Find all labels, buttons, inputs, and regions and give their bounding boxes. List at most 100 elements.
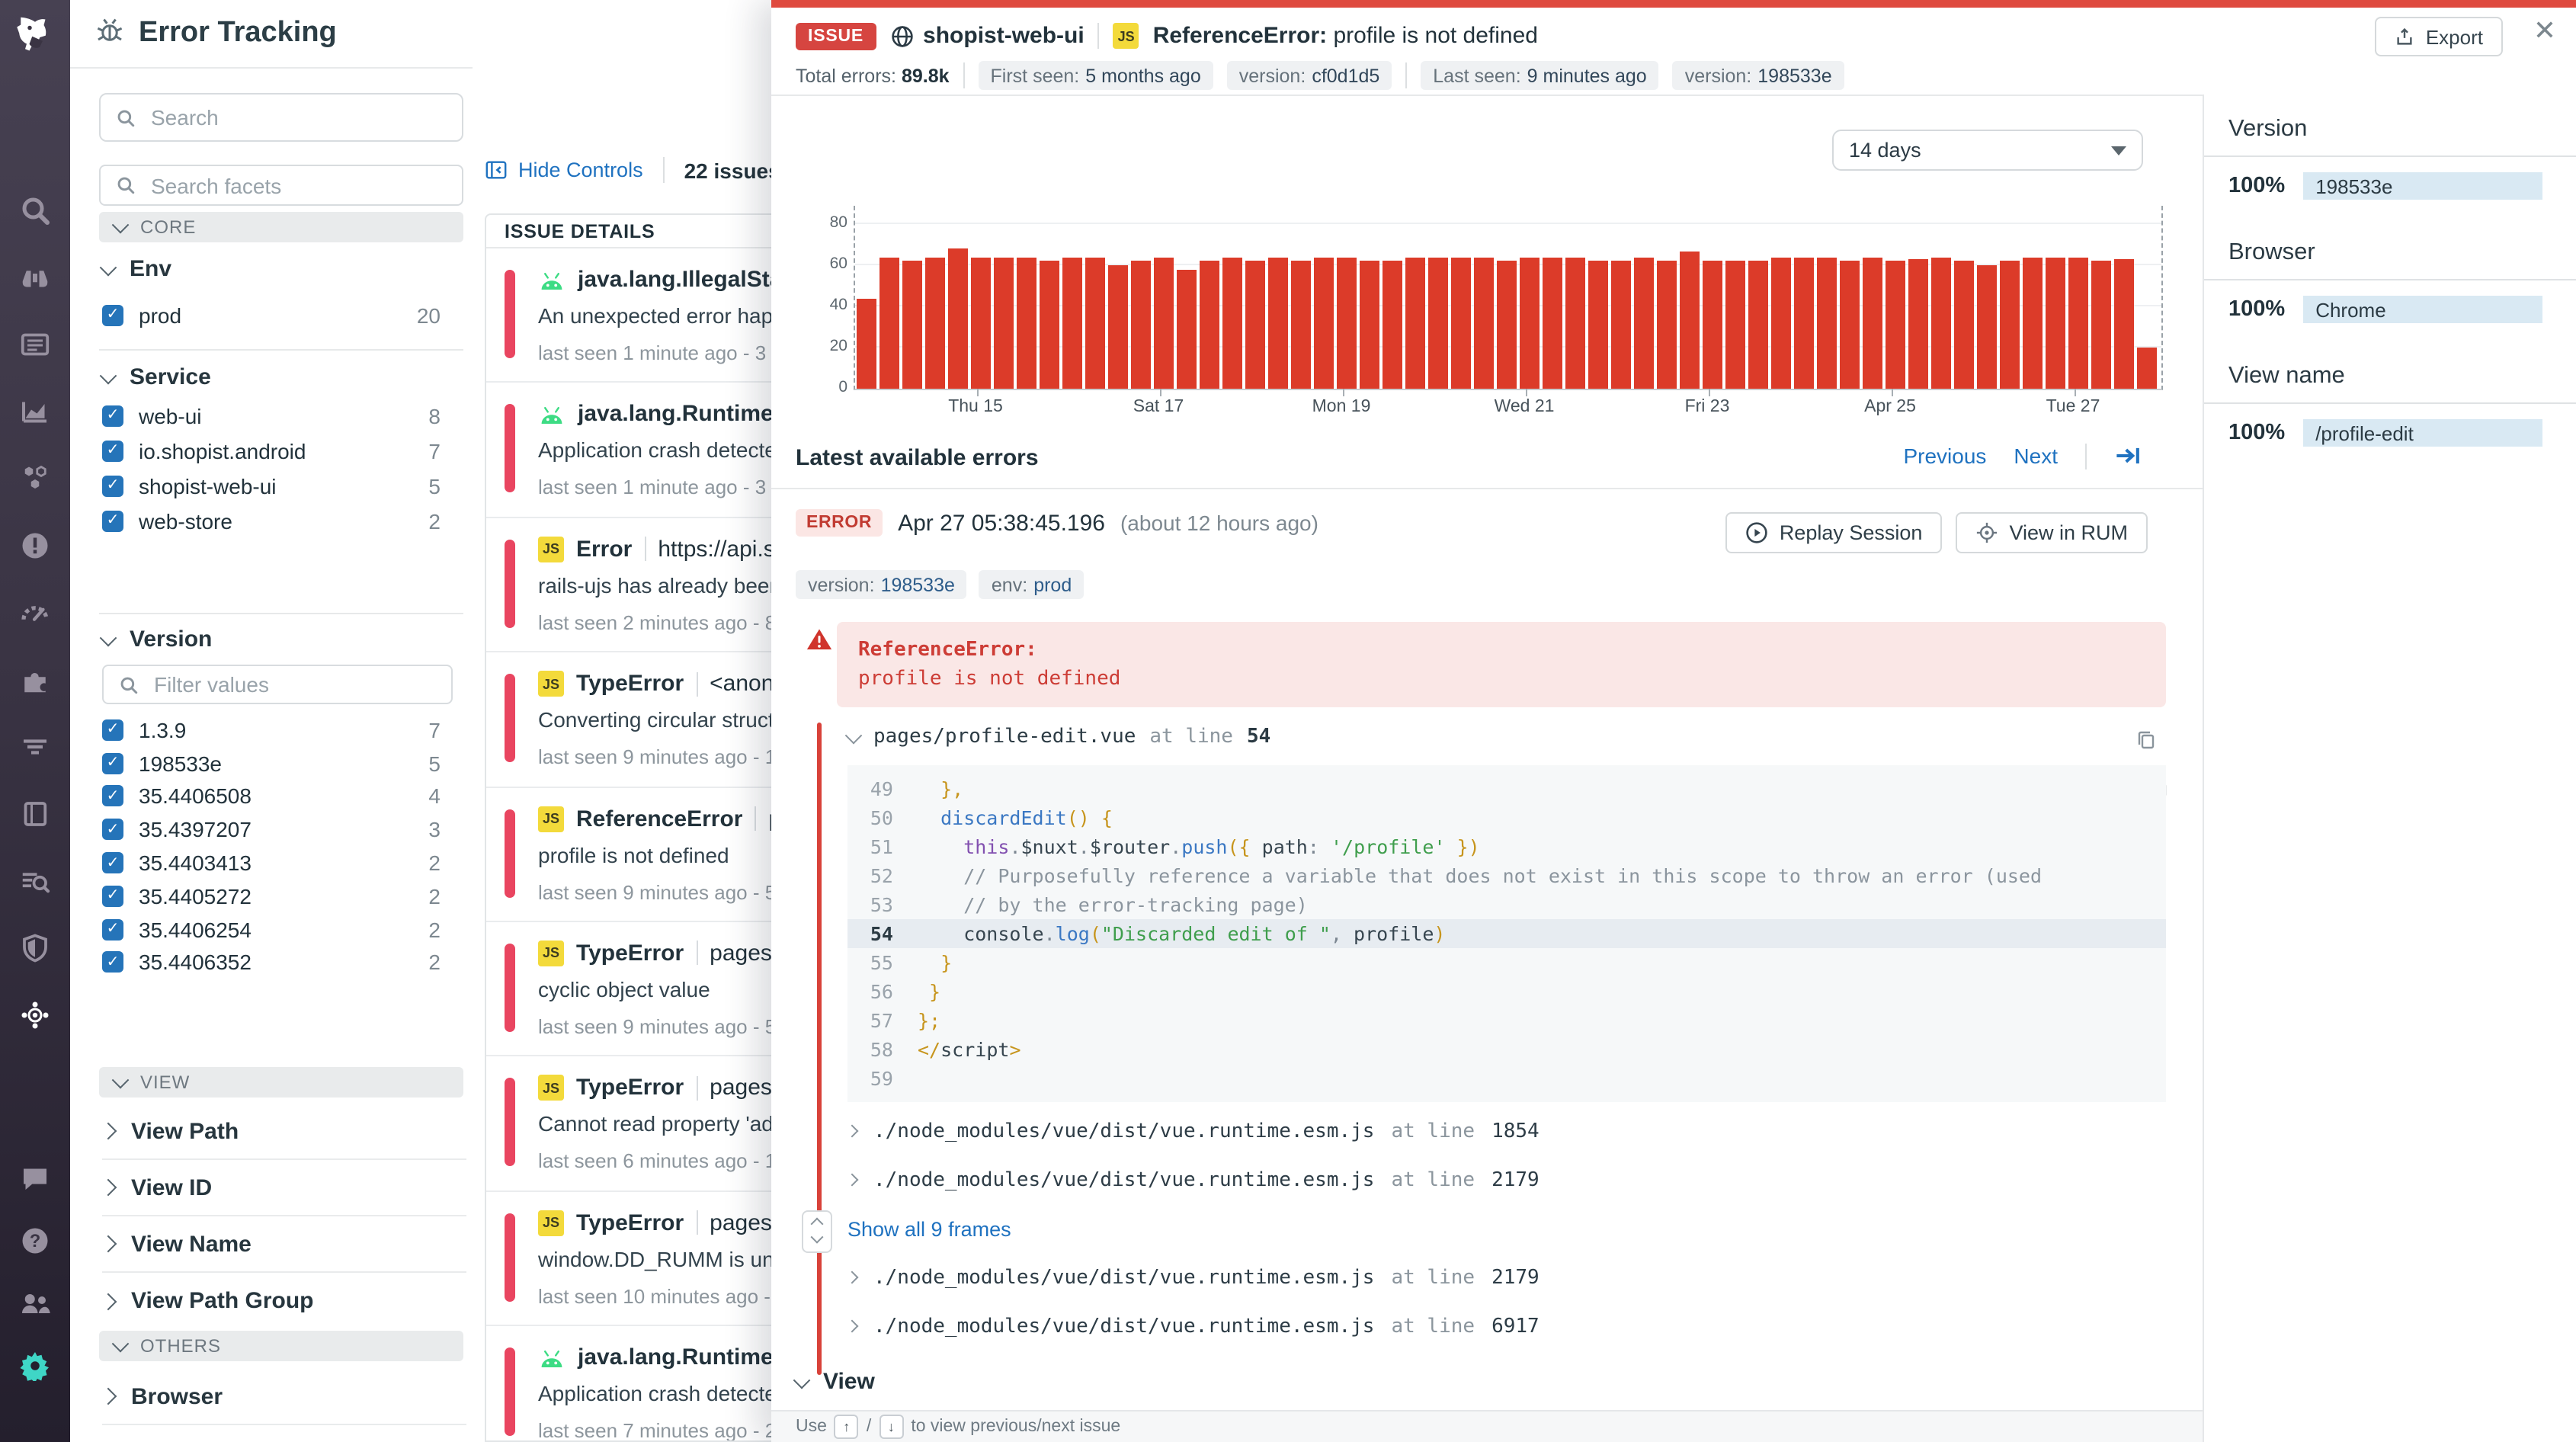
network-icon[interactable]: [20, 1000, 50, 1030]
checkbox-checked[interactable]: ✓: [102, 852, 123, 873]
facet-row[interactable]: ✓35.44065084: [102, 780, 441, 813]
replay-session-button[interactable]: Replay Session: [1726, 512, 1943, 553]
next-button[interactable]: Next: [2014, 444, 2058, 468]
histogram-bar[interactable]: [1794, 257, 1814, 389]
checkbox-checked[interactable]: ✓: [102, 475, 123, 496]
hide-controls-link[interactable]: Hide Controls: [485, 159, 643, 181]
attribute-tag[interactable]: env:prod: [979, 570, 1084, 599]
histogram-bar[interactable]: [1954, 261, 1974, 389]
checkbox-checked[interactable]: ✓: [102, 786, 123, 807]
histogram-bar[interactable]: [1977, 265, 1997, 389]
histogram-bar[interactable]: [2046, 257, 2065, 389]
stack-frame[interactable]: ./node_modules/vue/dist/vue.runtime.esm.…: [847, 1253, 2166, 1302]
meta-value-row[interactable]: 100%Chrome: [2228, 296, 2552, 323]
histogram-bar[interactable]: [1565, 257, 1585, 389]
facet-row[interactable]: ✓35.43972073: [102, 813, 441, 847]
histogram-bar[interactable]: [1314, 257, 1334, 389]
stack-frame-header[interactable]: pages/profile-edit.vue at line 54: [847, 726, 1270, 748]
histogram-bar[interactable]: [1886, 261, 1905, 389]
facet-group-version[interactable]: Version: [102, 626, 212, 652]
notebooks-icon[interactable]: [20, 799, 50, 829]
first-seen-pill[interactable]: First seen:5 months ago: [979, 61, 1213, 90]
last-seen-pill[interactable]: Last seen:9 minutes ago: [1421, 61, 1658, 90]
logs-icon[interactable]: [20, 732, 50, 762]
histogram-bar[interactable]: [1840, 261, 1860, 389]
facet-section-core[interactable]: CORE: [99, 212, 463, 242]
infrastructure-icon[interactable]: [20, 463, 50, 494]
version-filter-input[interactable]: [151, 671, 436, 698]
checkbox-checked[interactable]: ✓: [102, 510, 123, 531]
datadog-logo[interactable]: [12, 11, 58, 56]
facet-search-input[interactable]: [148, 171, 447, 199]
facet-row[interactable]: ✓35.44062542: [102, 913, 441, 947]
search-box[interactable]: [99, 93, 463, 142]
facet-group-view-name[interactable]: View Name: [102, 1216, 466, 1273]
histogram-bar[interactable]: [1497, 261, 1517, 389]
previous-button[interactable]: Previous: [1903, 444, 1986, 468]
histogram-bar[interactable]: [2023, 257, 2043, 389]
chat-icon[interactable]: [20, 1163, 50, 1194]
settings-icon[interactable]: [20, 1351, 50, 1381]
histogram-bar[interactable]: [1405, 257, 1425, 389]
meta-value-row[interactable]: 100%198533e: [2228, 172, 2552, 200]
histogram-bar[interactable]: [1703, 261, 1722, 389]
histogram-bar[interactable]: [857, 298, 876, 389]
stack-frame[interactable]: ./node_modules/vue/dist/vue.runtime.esm.…: [847, 1155, 2166, 1204]
facet-section-others[interactable]: OTHERS: [99, 1331, 463, 1361]
facet-group-view-path[interactable]: View Path: [102, 1104, 466, 1160]
facet-row[interactable]: ✓198533e5: [102, 747, 441, 780]
facet-row[interactable]: ✓35.44052722: [102, 880, 441, 913]
histogram-bar[interactable]: [1062, 257, 1082, 389]
histogram-bar[interactable]: [971, 257, 991, 389]
histogram-bar[interactable]: [1748, 261, 1768, 389]
histogram-bar[interactable]: [1268, 257, 1288, 389]
histogram-bar[interactable]: [1291, 261, 1311, 389]
skip-to-latest-icon[interactable]: [2114, 442, 2142, 469]
facet-group-service[interactable]: Service: [102, 364, 211, 390]
histogram-bar[interactable]: [902, 261, 922, 389]
histogram-bar[interactable]: [1543, 257, 1562, 389]
histogram-bar[interactable]: [1817, 257, 1837, 389]
checkbox-checked[interactable]: ✓: [102, 405, 123, 426]
last-version-pill[interactable]: version:198533e: [1673, 61, 1844, 90]
histogram-bar[interactable]: [925, 257, 945, 389]
facet-row[interactable]: ✓web-store2: [102, 503, 441, 538]
histogram-bar[interactable]: [1634, 257, 1654, 389]
histogram-bar[interactable]: [1017, 257, 1036, 389]
apm-icon[interactable]: [20, 598, 50, 628]
dashboards-icon[interactable]: [20, 329, 50, 360]
checkbox-checked[interactable]: ✓: [102, 918, 123, 940]
first-version-pill[interactable]: version:cf0d1d5: [1227, 61, 1392, 90]
histogram-bar[interactable]: [1222, 257, 1242, 389]
facet-row[interactable]: ✓web-ui8: [102, 398, 441, 433]
close-icon[interactable]: ✕: [2533, 15, 2556, 47]
stack-frame[interactable]: ./node_modules/vue/dist/vue.runtime.esm.…: [847, 1302, 2166, 1351]
histogram-bar[interactable]: [1657, 261, 1677, 389]
show-all-frames-link[interactable]: Show all 9 frames: [847, 1204, 2166, 1253]
facet-row[interactable]: ✓shopist-web-ui5: [102, 468, 441, 503]
checkbox-checked[interactable]: ✓: [102, 886, 123, 907]
histogram-bar[interactable]: [1131, 261, 1151, 389]
checkbox-checked[interactable]: ✓: [102, 304, 123, 325]
checkbox-checked[interactable]: ✓: [102, 440, 123, 461]
search-input[interactable]: [148, 104, 447, 131]
facet-search-box[interactable]: [99, 165, 463, 206]
view-in-rum-button[interactable]: View in RUM: [1956, 512, 2148, 553]
histogram-bar[interactable]: [1611, 261, 1631, 389]
histogram-bar[interactable]: [2091, 261, 2111, 389]
histogram-bar[interactable]: [1383, 261, 1402, 389]
histogram-bar[interactable]: [2068, 257, 2088, 389]
histogram-bar[interactable]: [1863, 257, 1882, 389]
facet-row[interactable]: ✓35.44034132: [102, 846, 441, 880]
histogram-bar[interactable]: [2137, 348, 2157, 389]
histogram-bar[interactable]: [1154, 257, 1174, 389]
export-button[interactable]: Export: [2376, 17, 2503, 56]
metrics-icon[interactable]: [20, 396, 50, 427]
time-range-select[interactable]: 14 days: [1832, 130, 2143, 171]
trace-search-icon[interactable]: [20, 866, 50, 896]
facet-row[interactable]: ✓1.3.97: [102, 713, 441, 747]
checkbox-checked[interactable]: ✓: [102, 719, 123, 741]
meta-value-row[interactable]: 100%/profile-edit: [2228, 419, 2552, 447]
histogram-bar[interactable]: [1520, 257, 1540, 389]
integrations-icon[interactable]: [20, 665, 50, 695]
